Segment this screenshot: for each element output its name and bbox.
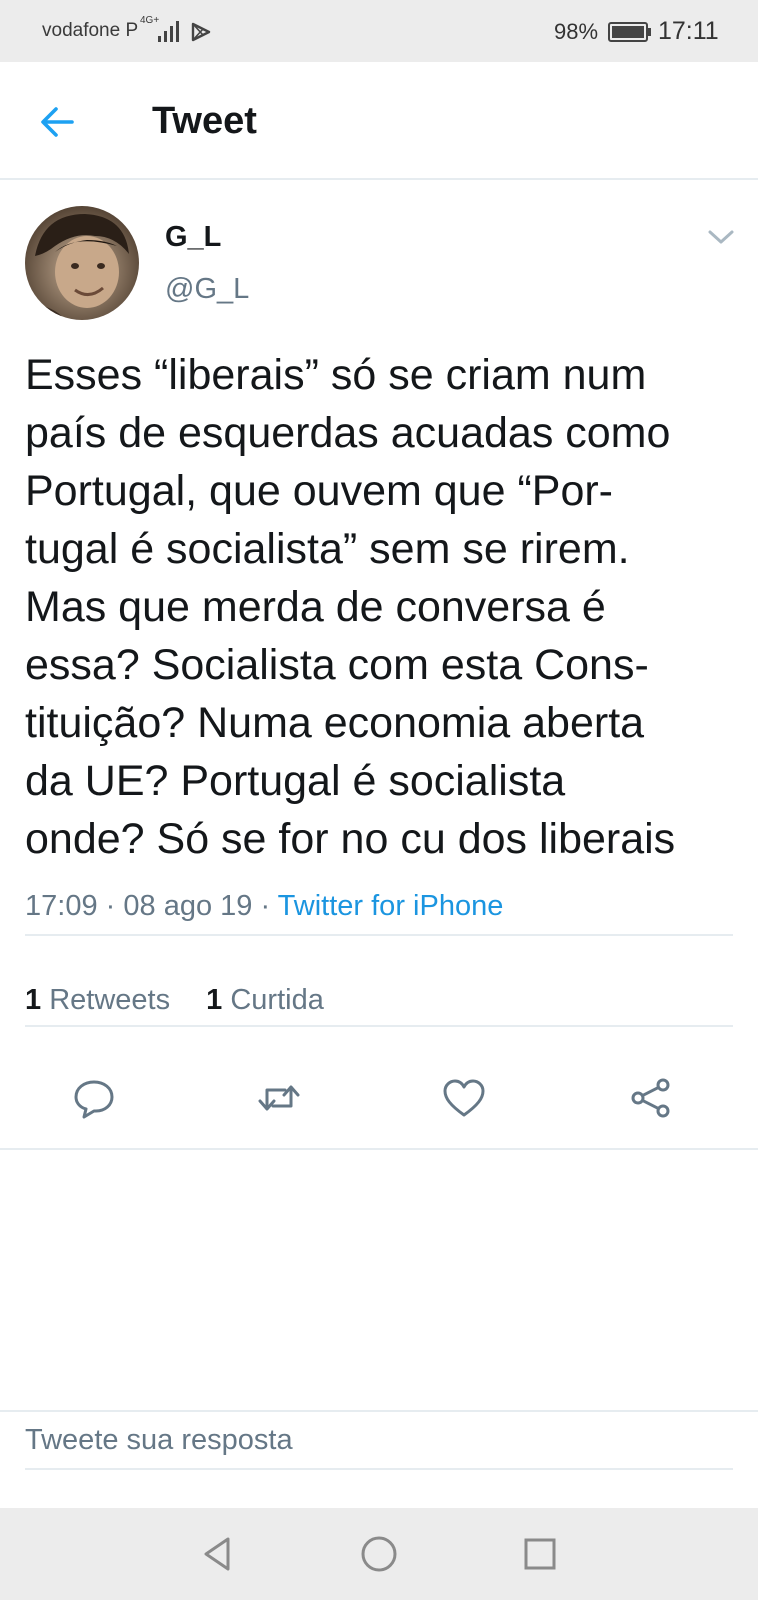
circle-home-icon: [361, 1536, 397, 1572]
profile-photo: [25, 206, 139, 320]
display-name[interactable]: G_L: [165, 221, 221, 254]
retweets-count: 1: [25, 984, 42, 1016]
status-bar: vodafone P 4G+ 98% 17:11: [0, 0, 758, 62]
tweet-text-line: essa? Socialista com esta Cons-: [25, 641, 649, 689]
tweet-text-line: Portugal, que ouvem que “Por-: [25, 467, 613, 515]
arrow-left-icon: [41, 107, 74, 137]
tweet-options-button[interactable]: [706, 224, 736, 250]
divider: [25, 1025, 733, 1027]
triangle-back-icon: [204, 1537, 230, 1571]
heart-icon: [443, 1079, 485, 1117]
tweet-text-line: tugal é socialista” sem se rirem.: [25, 525, 630, 573]
likes-count: 1: [206, 984, 223, 1016]
play-store-icon: [191, 22, 211, 42]
tweet-text-line: onde? Só se for no cu dos liberais: [25, 815, 676, 863]
reply-input[interactable]: Tweete sua resposta: [25, 1424, 733, 1470]
likes-label: Curtida: [230, 984, 324, 1016]
retweet-button[interactable]: [255, 1074, 303, 1122]
tweet-time: 17:09: [25, 890, 98, 922]
divider: [25, 934, 733, 936]
tweet-meta: 17:09 · 08 ago 19 · Twitter for iPhone: [25, 890, 503, 923]
meta-separator: ·: [260, 890, 271, 922]
nav-home-button[interactable]: [357, 1532, 401, 1576]
back-button[interactable]: [36, 100, 80, 144]
tweet-text: Esses “liberais” só se criam num país de…: [25, 346, 745, 868]
retweet-icon: [258, 1085, 300, 1111]
tweet-text-line: tituição? Numa economia aberta: [25, 699, 645, 747]
square-recents-icon: [524, 1538, 556, 1570]
battery-icon: [608, 22, 651, 42]
share-icon: [631, 1078, 670, 1118]
tweet-source-link[interactable]: Twitter for iPhone: [278, 890, 504, 922]
meta-separator: ·: [105, 890, 116, 922]
tweet-text-line: país de esquerdas acuadas como: [25, 409, 671, 457]
chevron-down-icon: [708, 230, 734, 244]
divider: [0, 1410, 758, 1412]
divider: [0, 1148, 758, 1150]
tweet-stats: 1 Retweets 1 Curtida: [25, 984, 352, 1017]
user-handle[interactable]: @G_L: [165, 273, 249, 306]
status-time: 17:11: [658, 17, 719, 45]
avatar[interactable]: [25, 206, 139, 320]
battery-percent: 98%: [554, 19, 599, 44]
reply-icon: [74, 1080, 114, 1119]
app-header: Tweet: [0, 62, 758, 180]
reply-button[interactable]: [70, 1074, 118, 1122]
retweets-stat[interactable]: 1 Retweets: [25, 984, 170, 1016]
like-button[interactable]: [440, 1074, 488, 1122]
carrier-label: vodafone P: [42, 20, 139, 41]
tweet-text-line: da UE? Portugal é socialista: [25, 757, 566, 805]
nav-recents-button[interactable]: [518, 1532, 562, 1576]
tweet-text-line: Mas que merda de conversa é: [25, 583, 606, 631]
share-button[interactable]: [627, 1074, 675, 1122]
retweets-label: Retweets: [49, 984, 171, 1016]
tweet-date: 08 ago 19: [123, 890, 253, 922]
system-nav-bar: [0, 1508, 758, 1600]
likes-stat[interactable]: 1 Curtida: [206, 984, 324, 1016]
tweet-text-line: Esses “liberais” só se criam num: [25, 351, 647, 399]
page-title: Tweet: [152, 100, 257, 142]
nav-back-button[interactable]: [196, 1532, 240, 1576]
signal-icon: [158, 21, 179, 42]
